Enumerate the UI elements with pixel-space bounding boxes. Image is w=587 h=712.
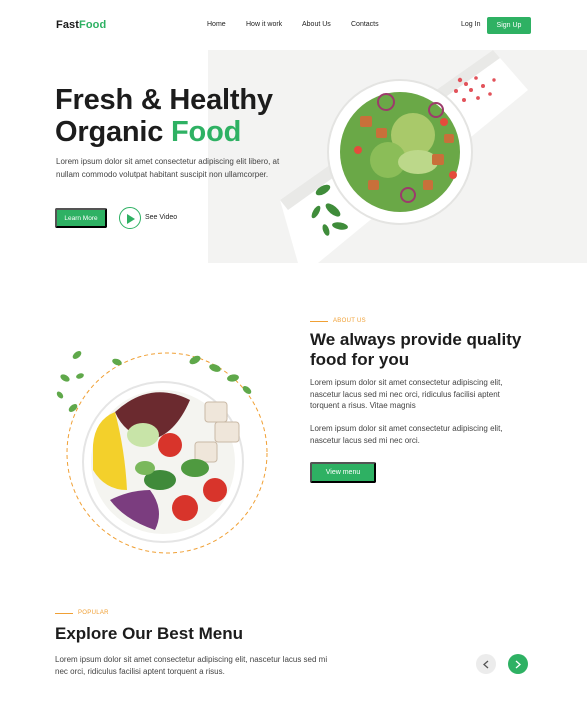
play-icon [127, 214, 135, 224]
hero-description: Lorem ipsum dolor sit amet consectetur a… [56, 157, 280, 179]
about-bowl-image [55, 350, 270, 555]
nav-link-contacts[interactable]: Contacts [351, 21, 379, 28]
carousel-next-button[interactable] [508, 654, 528, 674]
logo[interactable]: FastFood [56, 19, 106, 31]
about-paragraph-2: Lorem ipsum dolor sit amet consectetur a… [310, 424, 503, 445]
popular-kicker: POPULAR [78, 610, 109, 616]
hero-title: Fresh & Healthy Organic Food [55, 84, 273, 148]
about-title: We always provide quality food for you [310, 330, 522, 369]
signup-button[interactable]: Sign Up [487, 17, 531, 34]
rice-bowl-illustration [56, 351, 268, 554]
logo-text-part1: Fast [56, 19, 80, 31]
see-video-link[interactable]: See Video [145, 214, 177, 221]
login-link[interactable]: Log In [461, 21, 480, 28]
nav-link-about-us[interactable]: About Us [302, 21, 331, 28]
popular-kicker-line [55, 613, 73, 614]
hero-title-highlight: Food [171, 116, 242, 148]
nav-link-home[interactable]: Home [207, 21, 226, 28]
about-kicker: ABOUT US [333, 318, 366, 324]
learn-more-button[interactable]: Learn More [55, 208, 107, 228]
logo-text-part2: Food [79, 19, 107, 31]
about-paragraph-1: Lorem ipsum dolor sit amet consectetur a… [310, 378, 503, 410]
popular-description: Lorem ipsum dolor sit amet consectetur a… [55, 655, 328, 676]
popular-title: Explore Our Best Menu [55, 624, 243, 643]
view-menu-button[interactable]: View menu [310, 462, 376, 483]
chevron-left-icon [483, 660, 489, 668]
hero-title-line2-a: Organic [55, 116, 172, 148]
about-kicker-line [310, 321, 328, 322]
play-video-button[interactable] [119, 207, 141, 229]
carousel-prev-button[interactable] [476, 654, 496, 674]
hero-title-line1: Fresh & Healthy [55, 84, 273, 116]
chevron-right-icon [515, 660, 521, 668]
nav-link-how-it-work[interactable]: How it work [246, 21, 282, 28]
